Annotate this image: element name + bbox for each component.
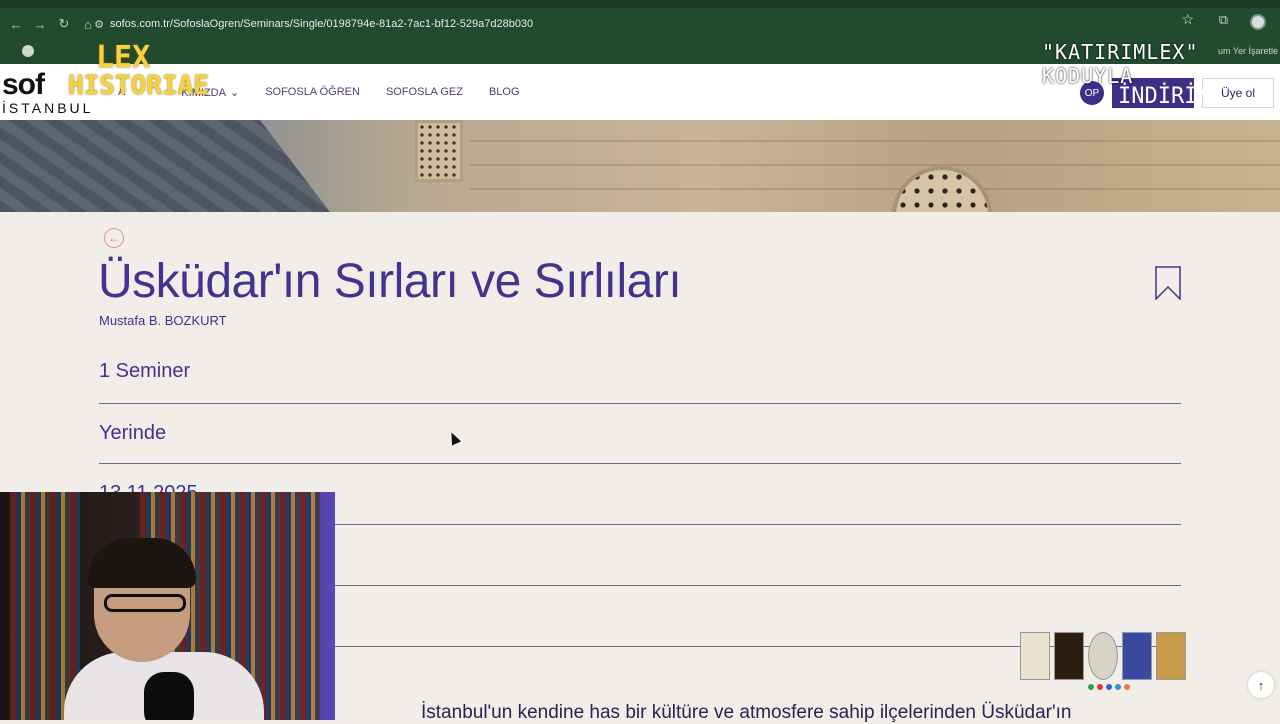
dot [1124,684,1130,690]
discount-overlay: İNDİRİM [1118,84,1211,109]
back-arrow-icon[interactable]: ← [104,228,124,248]
microphone [144,672,194,720]
bookmark-favicon-icon[interactable] [22,45,34,57]
dot [1097,684,1103,690]
glasses [104,594,186,612]
arrow-up-icon[interactable]: ↑ [1248,672,1274,698]
stream-brand-overlay: LEX HISTORIAE [68,40,209,101]
chevron-down-icon: ⌄ [229,87,240,99]
browser-tabstrip [0,0,1280,8]
streamer-hair [88,538,196,588]
dot [1115,684,1121,690]
intro-paragraph: İstanbul'un kendine has bir kültüre ve a… [421,702,1072,723]
lead-roof [0,120,330,212]
logo-bottom-text: İSTANBUL [2,100,94,116]
reload-icon[interactable]: ↻ [52,12,76,36]
profile-avatar[interactable] [1250,14,1266,30]
book-cover [1020,632,1050,680]
extensions-icon[interactable]: ⧉ [1219,12,1228,28]
book-cover [1054,632,1084,680]
book-cover [1122,632,1152,680]
back-nav-icon[interactable]: ← [4,12,28,36]
dot [1106,684,1112,690]
seminar-location: Yerinde [99,422,167,444]
url-text: sofos.com.tr/SofoslaOgren/Seminars/Singl… [110,18,534,30]
info-row-count: 1 Seminer [99,348,1181,404]
site-info-icon[interactable]: ⚙ [88,18,110,31]
lattice-window [415,120,463,182]
address-bar[interactable]: ⚙ sofos.com.tr/SofoslaOgren/Seminars/Sin… [88,12,1208,36]
bookmark-icon[interactable] [1155,266,1181,300]
author-name[interactable]: Mustafa B. BOZKURT [99,313,227,328]
info-row-location: Yerinde [99,404,1181,464]
dot [1088,684,1094,690]
social-dots [1088,684,1130,690]
stone-texture [470,120,1280,212]
star-icon[interactable]: ☆ [1181,11,1194,28]
forward-nav-icon[interactable]: → [28,12,52,36]
nav-item-sofosla-ogren[interactable]: SOFOSLA ÖĞREN [265,86,360,99]
browser-toolbar: ← → ↻ ⌂ ⚙ sofos.com.tr/SofoslaOgren/Semi… [0,8,1280,40]
book-cover [1088,632,1118,680]
promo-code-overlay: "KATIRIMLEX" KODUYLA [1042,40,1199,88]
seminar-count: 1 Seminer [99,360,191,382]
streamer [64,538,264,720]
brand-line1: LEX [96,40,151,75]
nav-item-blog[interactable]: BLOG [489,86,520,99]
book-cover [1156,632,1186,680]
nav-item-sofosla-gez[interactable]: SOFOSLA GEZ [386,86,463,99]
brand-line2: HISTORIAE [68,71,209,101]
webcam-overlay [0,492,335,720]
hero-image [0,120,1280,212]
book-thumbnails [1020,632,1186,680]
page-title: Üsküdar'ın Sırları ve Sırlıları [98,255,682,308]
